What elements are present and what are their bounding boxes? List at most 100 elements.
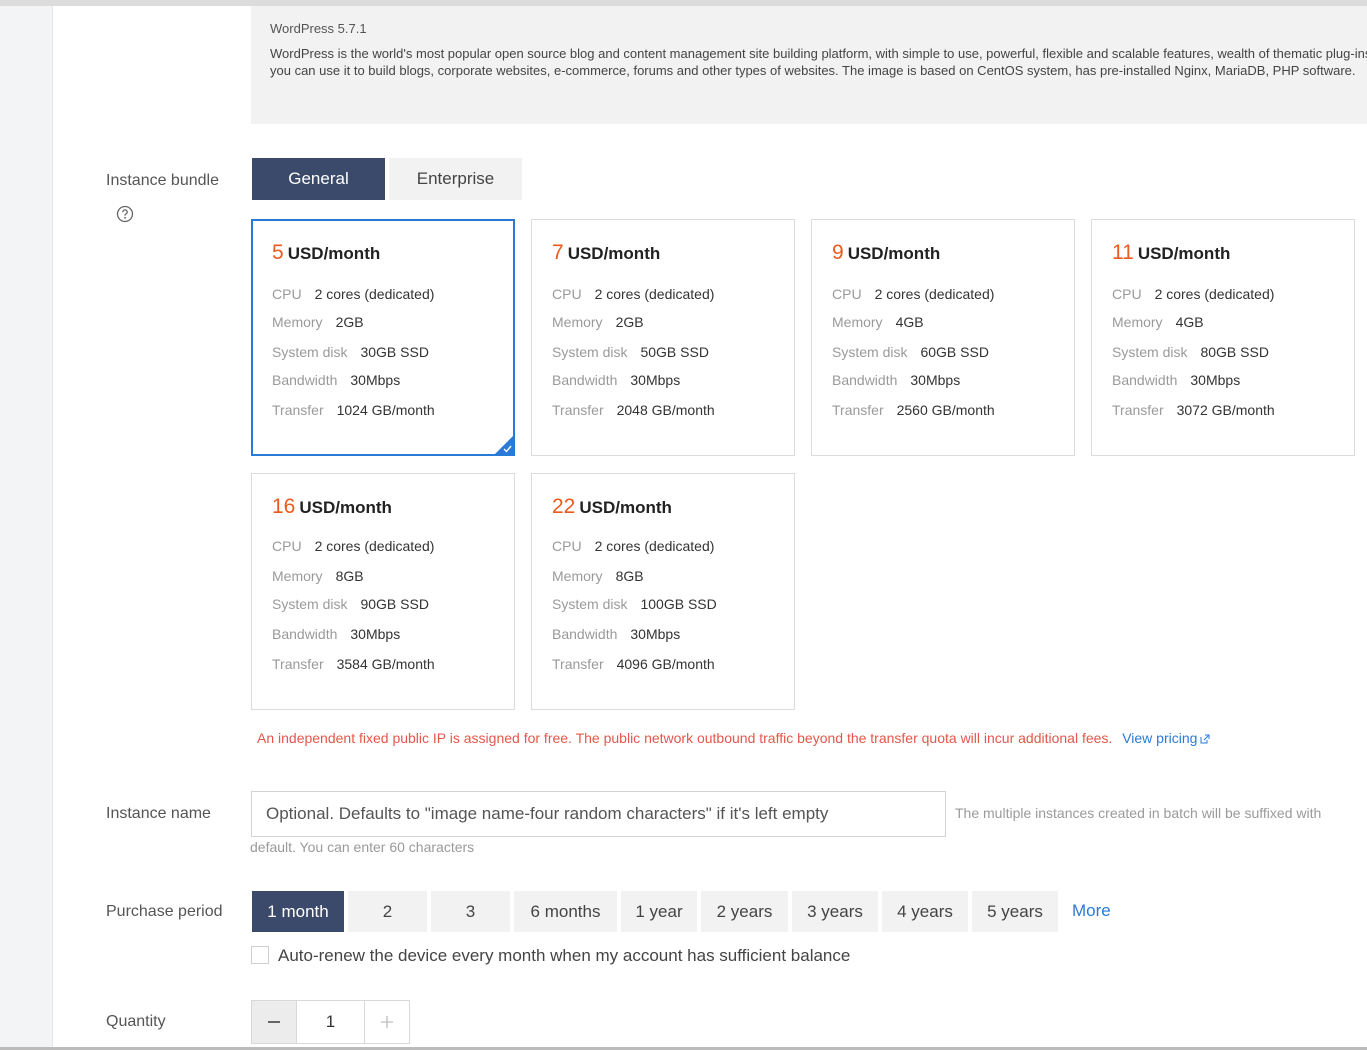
bundle-price: 11 USD/month [1112,241,1230,265]
spec-key: CPU [832,286,862,302]
tab-enterprise[interactable]: Enterprise [389,158,522,200]
spec-key: Bandwidth [552,626,618,642]
bundle-card[interactable]: 7 USD/month CPU 2 cores (dedicated) Memory 2G… [531,219,795,456]
spec-value: 30Mbps [630,372,681,388]
spec-key: Memory [272,568,323,584]
price-unit: USD/month [287,244,381,263]
spec-key: Bandwidth [1112,372,1178,388]
spec-value: 50GB SSD [640,344,709,360]
bundle-price: 22 USD/month [552,495,672,519]
minus-icon [268,1021,280,1023]
spec-value: 2GB [335,314,364,330]
period-3[interactable]: 3 [431,891,510,932]
spec-bandwidth: Bandwidth 30Mbps [272,626,400,642]
spec-key: System disk [552,344,628,360]
bundle-price: 9 USD/month [832,241,940,265]
spec-value: 2 cores (dedicated) [1154,286,1275,302]
quantity-decrement-button[interactable] [251,1000,297,1044]
spec-key: Transfer [552,402,604,418]
external-link-icon [1200,734,1210,744]
tab-general[interactable]: General [252,158,385,200]
spec-value: 2 cores (dedicated) [594,286,715,302]
bundle-card[interactable]: 9 USD/month CPU 2 cores (dedicated) Memory 4G… [811,219,1075,456]
spec-value: 30Mbps [1190,372,1241,388]
spec-disk: System disk 90GB SSD [272,596,429,612]
spec-bandwidth: Bandwidth 30Mbps [1112,372,1240,388]
spec-value: 2 cores (dedicated) [874,286,995,302]
bundle-price: 16 USD/month [272,495,392,519]
spec-value: 2 cores (dedicated) [314,538,435,554]
spec-value: 3584 GB/month [336,656,435,672]
price-amount: 11 [1112,241,1134,264]
price-amount: 5 [272,241,284,264]
spec-key: Transfer [272,656,324,672]
spec-bandwidth: Bandwidth 30Mbps [832,372,960,388]
spec-bandwidth: Bandwidth 30Mbps [272,372,400,388]
spec-value: 2560 GB/month [896,402,995,418]
spec-key: Transfer [1112,402,1164,418]
spec-bandwidth: Bandwidth 30Mbps [552,626,680,642]
spec-key: Memory [832,314,883,330]
period-5-years[interactable]: 5 years [972,891,1058,932]
period-1-month[interactable]: 1 month [252,891,344,932]
spec-value: 30Mbps [350,372,401,388]
spec-value: 80GB SSD [1200,344,1269,360]
price-unit: USD/month [567,244,661,263]
view-pricing-link[interactable]: View pricing [1122,730,1210,746]
spec-memory: Memory 8GB [272,568,364,584]
spec-key: CPU [272,538,302,554]
spec-key: Memory [1112,314,1163,330]
spec-bandwidth: Bandwidth 30Mbps [552,372,680,388]
instance-bundle-label: Instance bundle [106,172,219,189]
spec-value: 3072 GB/month [1176,402,1275,418]
instance-name-input[interactable] [251,791,946,837]
period-6-months[interactable]: 6 months [514,891,617,932]
price-amount: 22 [552,495,576,518]
instance-name-hint: The multiple instances created in batch … [955,805,1322,821]
bundle-card[interactable]: 16 USD/month CPU 2 cores (dedicated) Memory 8… [251,473,515,710]
price-unit: USD/month [579,498,672,517]
spec-key: Transfer [272,402,324,418]
bundle-card[interactable]: 11 USD/month CPU 2 cores (dedicated) Memory 4… [1091,219,1355,456]
spec-key: Transfer [832,402,884,418]
spec-disk: System disk 30GB SSD [272,344,429,360]
question-circle-icon[interactable] [116,205,134,223]
period-2[interactable]: 2 [348,891,427,932]
auto-renew-label[interactable]: Auto-renew the device every month when m… [278,946,850,966]
bundle-card[interactable]: 5 USD/month CPU 2 cores (dedicated) Memory 2G… [251,219,515,456]
quantity-label: Quantity [106,1013,166,1030]
spec-value: 8GB [335,568,364,584]
spec-memory: Memory 4GB [1112,314,1204,330]
bundle-tabs: General Enterprise [252,158,522,200]
spec-value: 2 cores (dedicated) [314,286,435,302]
auto-renew-checkbox[interactable] [251,946,269,964]
spec-value: 2048 GB/month [616,402,715,418]
spec-disk: System disk 50GB SSD [552,344,709,360]
spec-key: CPU [552,538,582,554]
period-1-year[interactable]: 1 year [621,891,697,932]
price-unit: USD/month [847,244,941,263]
notice-text: An independent fixed public IP is assign… [257,730,1113,746]
bundle-card[interactable]: 22 USD/month CPU 2 cores (dedicated) Memory 8… [531,473,795,710]
spec-value: 30GB SSD [360,344,429,360]
spec-cpu: CPU 2 cores (dedicated) [1112,286,1274,302]
period-4-years[interactable]: 4 years [882,891,968,932]
spec-key: Memory [552,314,603,330]
period-more-link[interactable]: More [1072,901,1111,921]
spec-cpu: CPU 2 cores (dedicated) [272,286,434,302]
spec-value: 100GB SSD [640,596,717,612]
spec-value: 2 cores (dedicated) [594,538,715,554]
spec-value: 4096 GB/month [616,656,715,672]
spec-key: Bandwidth [832,372,898,388]
purchase-period-options: 1 month 2 3 6 months 1 year 2 years 3 ye… [252,891,1062,932]
quantity-stepper: 1 [251,1000,410,1044]
spec-disk: System disk 100GB SSD [552,596,717,612]
spec-cpu: CPU 2 cores (dedicated) [552,538,714,554]
quantity-value[interactable]: 1 [297,1000,364,1044]
period-3-years[interactable]: 3 years [792,891,878,932]
spec-transfer: Transfer 2560 GB/month [832,402,995,418]
spec-value: 90GB SSD [360,596,429,612]
period-2-years[interactable]: 2 years [701,891,788,932]
spec-transfer: Transfer 1024 GB/month [272,402,435,418]
quantity-increment-button[interactable] [364,1000,410,1044]
